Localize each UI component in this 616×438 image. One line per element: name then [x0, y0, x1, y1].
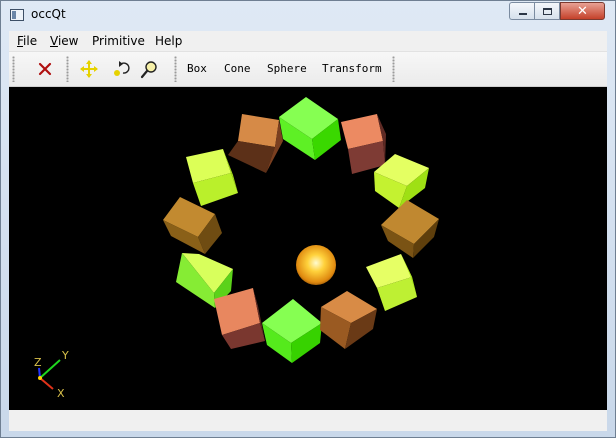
menu-bar: File View Primitive Help	[9, 31, 607, 52]
3d-viewport[interactable]: Y X Z	[9, 87, 607, 410]
sphere-button[interactable]: Sphere	[267, 62, 307, 75]
minimize-icon	[518, 13, 527, 15]
scene-canvas[interactable]: Y X Z	[9, 87, 607, 410]
toolbar-grip[interactable]	[392, 56, 395, 82]
box-shape[interactable]	[366, 254, 417, 311]
menu-primitive[interactable]: Primitive	[92, 34, 145, 48]
pan-button[interactable]	[77, 57, 101, 81]
rotate-icon	[114, 61, 130, 76]
menu-help[interactable]: Help	[155, 34, 182, 48]
rotate-button[interactable]	[109, 57, 133, 81]
window-title: occQt	[31, 7, 66, 21]
maximize-icon	[542, 7, 552, 15]
transform-button[interactable]: Transform	[322, 62, 382, 75]
pan-icon	[80, 60, 98, 78]
axis-x-label: X	[57, 387, 65, 400]
menu-file-label: ile	[23, 34, 38, 48]
box-button[interactable]: Box	[187, 62, 207, 75]
cone-button[interactable]: Cone	[224, 62, 251, 75]
toolbar: Box Cone Sphere Transform	[9, 52, 607, 87]
menu-view-label: iew	[57, 34, 79, 48]
title-bar[interactable]: occQt ✕	[1, 1, 615, 31]
sphere-shape[interactable]	[296, 245, 336, 285]
toolbar-grip[interactable]	[66, 56, 69, 82]
toolbar-grip[interactable]	[174, 56, 177, 82]
close-icon: ✕	[577, 3, 588, 19]
menu-file[interactable]: File	[17, 34, 37, 48]
menu-help-label: Help	[155, 34, 183, 48]
axis-trihedron: Y X Z	[34, 349, 69, 400]
box-shape[interactable]	[320, 291, 377, 349]
box-shape[interactable]	[381, 200, 439, 258]
menu-primitive-label: Primitive	[92, 34, 145, 48]
box-shape[interactable]	[279, 97, 341, 160]
box-shape[interactable]	[341, 114, 386, 174]
status-bar	[9, 410, 607, 431]
app-icon	[10, 9, 24, 21]
minimize-button[interactable]	[509, 2, 535, 20]
zoom-button[interactable]	[138, 57, 162, 81]
zoom-icon	[140, 61, 157, 79]
maximize-button[interactable]	[534, 2, 560, 20]
axis-z-label: Z	[34, 356, 42, 369]
menu-view-mnemonic: V	[50, 34, 58, 48]
box-shape[interactable]	[163, 197, 222, 254]
erase-button[interactable]	[33, 57, 57, 81]
box-shape[interactable]	[262, 299, 322, 363]
box-shape[interactable]	[228, 114, 283, 173]
axis-y-label: Y	[61, 349, 69, 362]
app-window: occQt ✕ File View Primitive Help Box Con…	[0, 0, 616, 438]
close-button[interactable]: ✕	[560, 2, 605, 20]
toolbar-grip[interactable]	[12, 56, 15, 82]
box-shape[interactable]	[214, 288, 265, 349]
menu-view[interactable]: View	[50, 34, 78, 48]
close-x-icon	[38, 62, 52, 76]
box-shape[interactable]	[186, 149, 238, 206]
